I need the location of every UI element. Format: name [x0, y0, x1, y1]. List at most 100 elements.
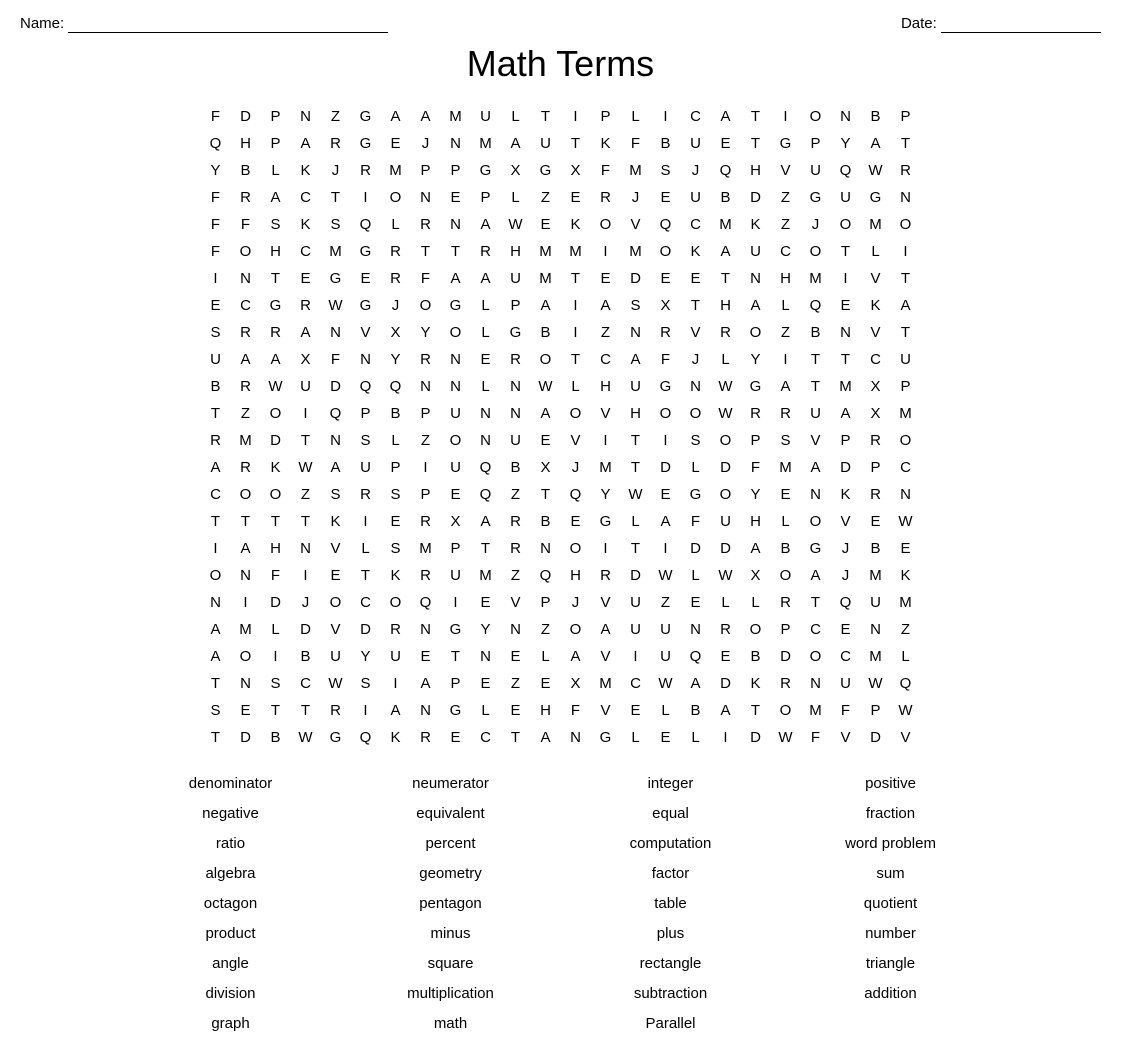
grid-cell-12-14: T [621, 427, 651, 454]
grid-cell-9-5: N [351, 346, 381, 373]
grid-cell-2-16: J [681, 157, 711, 184]
word-item-0-3: positive [781, 771, 1001, 796]
grid-cell-12-2: D [261, 427, 291, 454]
grid-cell-13-21: D [831, 454, 861, 481]
grid-cell-14-23: N [891, 481, 921, 508]
grid-cell-8-11: B [531, 319, 561, 346]
grid-cell-6-1: N [231, 265, 261, 292]
grid-row-15: TTTTKIERXARBEGLAFUHLOVEW [201, 508, 921, 535]
word-item-2-0: ratio [121, 831, 341, 856]
grid-cell-14-17: O [711, 481, 741, 508]
grid-cell-20-19: D [771, 643, 801, 670]
grid-cell-14-16: G [681, 481, 711, 508]
grid-cell-21-13: M [591, 670, 621, 697]
grid-cell-10-11: W [531, 373, 561, 400]
grid-cell-8-20: B [801, 319, 831, 346]
grid-cell-7-6: J [381, 292, 411, 319]
grid-cell-22-8: G [441, 697, 471, 724]
grid-cell-9-12: T [561, 346, 591, 373]
grid-cell-1-11: U [531, 130, 561, 157]
grid-cell-15-17: U [711, 508, 741, 535]
grid-cell-22-15: L [651, 697, 681, 724]
grid-cell-8-17: R [711, 319, 741, 346]
grid-cell-15-6: E [381, 508, 411, 535]
grid-cell-7-12: I [561, 292, 591, 319]
word-item-1-3: fraction [781, 801, 1001, 826]
grid-cell-16-8: P [441, 535, 471, 562]
grid-cell-17-9: M [471, 562, 501, 589]
grid-cell-0-15: I [651, 103, 681, 130]
grid-cell-6-10: U [501, 265, 531, 292]
grid-cell-3-3: C [291, 184, 321, 211]
grid-cell-11-7: P [411, 400, 441, 427]
grid-cell-19-15: U [651, 616, 681, 643]
grid-cell-22-20: M [801, 697, 831, 724]
grid-cell-12-4: N [321, 427, 351, 454]
grid-cell-5-1: O [231, 238, 261, 265]
grid-cell-11-1: Z [231, 400, 261, 427]
grid-cell-17-3: I [291, 562, 321, 589]
grid-cell-9-17: L [711, 346, 741, 373]
grid-cell-10-4: D [321, 373, 351, 400]
grid-cell-15-22: E [861, 508, 891, 535]
grid-cell-12-7: Z [411, 427, 441, 454]
grid-cell-23-3: W [291, 724, 321, 751]
grid-cell-21-2: S [261, 670, 291, 697]
word-item-4-0: octagon [121, 891, 341, 916]
grid-cell-3-10: L [501, 184, 531, 211]
grid-cell-10-1: R [231, 373, 261, 400]
header: Name: Date: [20, 15, 1101, 33]
grid-cell-17-21: J [831, 562, 861, 589]
grid-cell-20-3: B [291, 643, 321, 670]
grid-cell-1-1: H [231, 130, 261, 157]
grid-cell-23-9: C [471, 724, 501, 751]
grid-cell-9-11: O [531, 346, 561, 373]
grid-cell-5-8: T [441, 238, 471, 265]
grid-cell-11-4: Q [321, 400, 351, 427]
grid-cell-4-0: F [201, 211, 231, 238]
grid-cell-3-9: P [471, 184, 501, 211]
grid-cell-19-2: L [261, 616, 291, 643]
grid-cell-19-17: R [711, 616, 741, 643]
grid-cell-6-3: E [291, 265, 321, 292]
grid-cell-15-3: T [291, 508, 321, 535]
grid-cell-3-22: G [861, 184, 891, 211]
word-item-3-1: geometry [341, 861, 561, 886]
grid-cell-9-6: Y [381, 346, 411, 373]
grid-cell-2-9: G [471, 157, 501, 184]
grid-cell-10-8: N [441, 373, 471, 400]
grid-cell-6-4: G [321, 265, 351, 292]
grid-cell-8-14: N [621, 319, 651, 346]
grid-cell-12-12: V [561, 427, 591, 454]
grid-cell-21-17: D [711, 670, 741, 697]
grid-cell-5-14: M [621, 238, 651, 265]
grid-cell-20-20: O [801, 643, 831, 670]
grid-cell-22-4: R [321, 697, 351, 724]
grid-cell-0-0: F [201, 103, 231, 130]
grid-cell-23-17: I [711, 724, 741, 751]
grid-cell-15-23: W [891, 508, 921, 535]
grid-cell-8-8: O [441, 319, 471, 346]
grid-cell-0-6: A [381, 103, 411, 130]
grid-row-9: UAAXFNYRNEROTCAFJLYITTCU [201, 346, 921, 373]
grid-cell-4-3: K [291, 211, 321, 238]
grid-cell-6-17: T [711, 265, 741, 292]
grid-cell-15-11: B [531, 508, 561, 535]
grid-cell-17-16: L [681, 562, 711, 589]
grid-cell-10-10: N [501, 373, 531, 400]
grid-cell-2-7: P [411, 157, 441, 184]
grid-cell-15-8: X [441, 508, 471, 535]
grid-cell-11-20: U [801, 400, 831, 427]
grid-cell-9-14: A [621, 346, 651, 373]
grid-cell-20-10: E [501, 643, 531, 670]
grid-cell-20-23: L [891, 643, 921, 670]
grid-cell-16-21: J [831, 535, 861, 562]
grid-cell-6-6: R [381, 265, 411, 292]
grid-cell-8-23: T [891, 319, 921, 346]
grid-cell-7-10: P [501, 292, 531, 319]
grid-cell-12-18: P [741, 427, 771, 454]
grid-cell-23-12: N [561, 724, 591, 751]
grid-cell-20-6: U [381, 643, 411, 670]
grid-cell-7-9: L [471, 292, 501, 319]
grid-cell-1-21: Y [831, 130, 861, 157]
